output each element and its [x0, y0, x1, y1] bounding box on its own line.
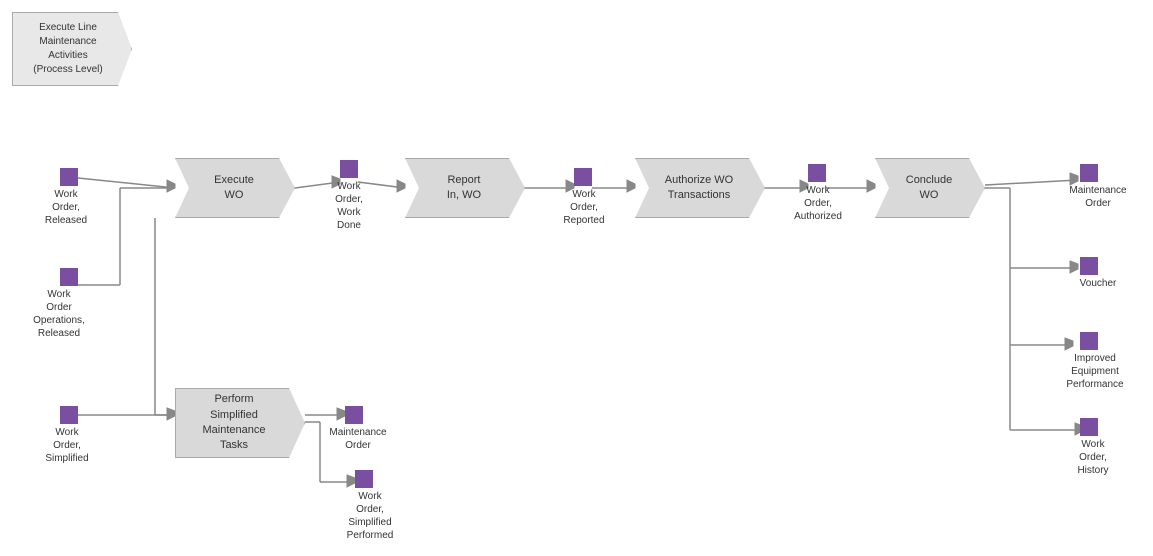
wo-history-label: WorkOrder,History — [1058, 438, 1128, 477]
improved-equipment-label: ImprovedEquipmentPerformance — [1050, 352, 1140, 391]
header-title: Execute LineMaintenanceActivities(Proces… — [12, 12, 132, 86]
wo-simplified-performed-icon — [355, 470, 373, 488]
perform-simplified-process: PerformSimplifiedMaintenanceTasks — [175, 388, 305, 458]
maintenance-order-mid-label: MaintenanceOrder — [320, 426, 396, 452]
wo-simplified-icon — [60, 406, 78, 424]
wo-operations-released-label: WorkOrderOperations,Released — [20, 288, 98, 340]
report-in-wo-process: ReportIn, WO — [405, 158, 525, 218]
wo-authorized-label: WorkOrder,Authorized — [786, 184, 850, 223]
voucher-icon — [1080, 257, 1098, 275]
conclude-wo-process: ConcludeWO — [875, 158, 985, 218]
flow-arrows — [0, 0, 1153, 556]
header-chevron: Execute LineMaintenanceActivities(Proces… — [12, 12, 132, 86]
wo-simplified-label: WorkOrder,Simplified — [36, 426, 98, 465]
wo-reported-icon — [574, 168, 592, 186]
maintenance-order-mid-icon — [345, 406, 363, 424]
work-order-released-icon — [60, 168, 78, 186]
wo-authorized-icon — [808, 164, 826, 182]
wo-simplified-performed-label: WorkOrder,SimplifiedPerformed — [330, 490, 410, 542]
wo-work-done-icon — [340, 160, 358, 178]
execute-wo-process: ExecuteWO — [175, 158, 295, 218]
wo-work-done-label: WorkOrder,WorkDone — [320, 180, 378, 232]
wo-history-icon — [1080, 418, 1098, 436]
voucher-label: Voucher — [1068, 277, 1128, 290]
diagram: Execute LineMaintenanceActivities(Proces… — [0, 0, 1153, 556]
wo-reported-label: WorkOrder,Reported — [554, 188, 614, 227]
maintenance-order-out-icon — [1080, 164, 1098, 182]
improved-equipment-icon — [1080, 332, 1098, 350]
authorize-wo-process: Authorize WOTransactions — [635, 158, 765, 218]
wo-operations-released-icon — [60, 268, 78, 286]
maintenance-order-out-label: MaintenanceOrder — [1058, 184, 1138, 210]
work-order-released-label: WorkOrder,Released — [36, 188, 96, 227]
